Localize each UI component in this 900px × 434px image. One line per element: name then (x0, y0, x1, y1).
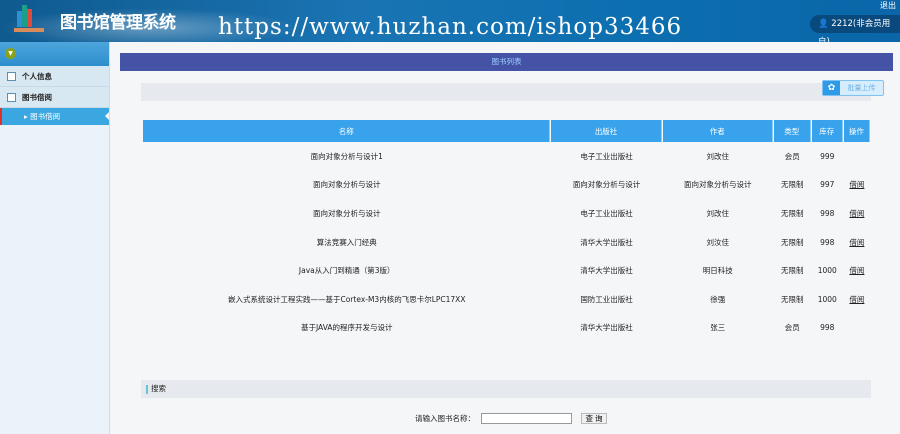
borrow-link[interactable]: 借阅 (849, 295, 864, 304)
cell-author: 面向对象分析与设计 (684, 180, 752, 190)
column-header: 名称 (143, 120, 551, 142)
borrow-link[interactable]: 借阅 (849, 238, 864, 247)
cell-name: 基于JAVA的程序开发与设计 (300, 323, 393, 333)
cell-publisher: 面向对象分析与设计 (572, 180, 641, 190)
cell-publisher: 电子工业出版社 (580, 151, 633, 161)
batch-upload-button[interactable]: ✿ 批量上传 (822, 80, 884, 96)
sidebar-header: ▼ (0, 42, 109, 66)
watermark: https://www.huzhan.com/ishop33466 (218, 14, 683, 40)
cell-stock: 1000 (817, 266, 837, 276)
sidebar-subitem-label: 图书借阅 (30, 112, 61, 121)
search-label: 请输入图书名称： (415, 414, 475, 423)
cell-stock: 998 (820, 237, 835, 247)
cell-stock: 998 (820, 208, 835, 218)
search-section-title: 搜索 (141, 380, 871, 398)
cell-publisher: 清华大学出版社 (580, 266, 633, 276)
book-name-input[interactable] (481, 413, 572, 424)
cell-stock: 997 (820, 180, 835, 190)
cell-author: 张三 (710, 323, 726, 333)
cell-stock: 999 (820, 151, 835, 161)
sidebar-item-borrow[interactable]: 图书借阅 (0, 87, 109, 108)
app-title: 图书馆管理系统 (60, 13, 176, 33)
batch-upload-label: 批量上传 (847, 84, 876, 92)
toolbar (141, 83, 871, 101)
table-row: 嵌入式系统设计工程实践——基于Cortex-M3内核的飞思卡尔LPC17XX 国防… (143, 285, 870, 314)
sidebar-item-profile[interactable]: 个人信息 (0, 66, 109, 87)
cell-publisher: 清华大学出版社 (580, 323, 633, 333)
borrow-link[interactable]: 借阅 (849, 180, 864, 189)
user-icon: 👤 (818, 19, 832, 29)
table-row: 算法竞赛入门经典 清华大学出版社 刘汝佳 无限制 998 借阅 (143, 228, 870, 257)
search-form: 请输入图书名称： 查 询 (415, 413, 607, 424)
sidebar-subitem-borrow[interactable]: ▸ 图书借阅 (0, 108, 109, 125)
cell-name: Java从入门到精通（第3版） (298, 266, 395, 276)
cell-type: 会员 (784, 323, 800, 333)
column-header: 类型 (773, 120, 811, 142)
sidebar-item-label: 个人信息 (22, 71, 52, 81)
search-button[interactable]: 查 询 (581, 413, 607, 424)
cell-author: 刘汝佳 (706, 237, 730, 247)
cell-type: 无限制 (781, 208, 804, 218)
cell-name: 面向对象分析与设计1 (310, 151, 383, 161)
page-title: 图书列表 (120, 53, 893, 71)
cell-stock: 998 (820, 323, 835, 333)
column-header: 出版社 (551, 120, 662, 142)
cell-action: 借阅 (844, 228, 870, 257)
table-row: 面向对象分析与设计1 电子工业出版社 刘改住 会员 999 (143, 142, 870, 171)
table-header-row: 名称 出版社 作者 类型 库存 操作 (143, 120, 870, 142)
cell-name: 算法竞赛入门经典 (316, 237, 377, 247)
cell-action: 借阅 (844, 199, 870, 228)
cell-action: 借阅 (844, 171, 870, 200)
table-row: 面向对象分析与设计 面向对象分析与设计 面向对象分析与设计 无限制 997 借阅 (143, 171, 870, 200)
logout-link[interactable]: 退出 (880, 0, 896, 11)
books-table: 名称 出版社 作者 类型 库存 操作 面向对象分析与设计1 电子工业出版社 刘改住 会员 999 面… (142, 120, 871, 342)
column-header: 作者 (662, 120, 773, 142)
cell-action (844, 314, 870, 343)
cell-author: 刘改住 (706, 208, 730, 218)
cell-publisher: 国防工业出版社 (580, 294, 633, 304)
collapse-toggle-icon[interactable]: ▼ (5, 48, 16, 59)
cell-name: 面向对象分析与设计 (312, 180, 381, 190)
user-badge[interactable]: 👤 2212(非会员用户) (810, 15, 900, 42)
cell-type: 无限制 (781, 180, 804, 190)
table-row: 基于JAVA的程序开发与设计 清华大学出版社 张三 会员 998 (143, 314, 870, 343)
cell-publisher: 清华大学出版社 (580, 237, 633, 247)
table-row: 面向对象分析与设计 电子工业出版社 刘改住 无限制 998 借阅 (143, 199, 870, 228)
books-logo-icon (14, 5, 44, 32)
cell-author: 刘改住 (706, 151, 730, 161)
upload-icon: ✿ (823, 81, 840, 95)
cell-type: 无限制 (781, 294, 804, 304)
borrow-link[interactable]: 借阅 (849, 266, 864, 275)
cell-type: 会员 (784, 151, 800, 161)
cell-publisher: 电子工业出版社 (580, 208, 633, 218)
column-header: 操作 (843, 120, 870, 142)
table-row: Java从入门到精通（第3版） 清华大学出版社 明日科技 无限制 1000 借阅 (143, 256, 870, 285)
cell-action: 借阅 (844, 285, 870, 314)
borrow-link[interactable]: 借阅 (849, 209, 864, 218)
cell-type: 无限制 (781, 237, 804, 247)
cell-type: 无限制 (781, 266, 804, 276)
cell-stock: 1000 (817, 294, 837, 304)
cell-action (844, 142, 870, 171)
cell-name: 嵌入式系统设计工程实践——基于Cortex-M3内核的飞思卡尔LPC17XX (227, 294, 466, 304)
cell-author: 徐强 (710, 294, 726, 304)
column-header: 库存 (811, 120, 843, 142)
cell-author: 明日科技 (702, 266, 733, 276)
list-icon (7, 92, 16, 102)
cell-name: 面向对象分析与设计 (312, 208, 381, 218)
sidebar-item-label: 图书借阅 (22, 92, 52, 102)
cell-action: 借阅 (844, 256, 870, 285)
header: 图书馆管理系统 https://www.huzhan.com/ishop3346… (0, 0, 900, 42)
sidebar: ▼ 个人信息 图书借阅 ▸ 图书借阅 (0, 42, 110, 434)
list-icon (7, 71, 16, 81)
